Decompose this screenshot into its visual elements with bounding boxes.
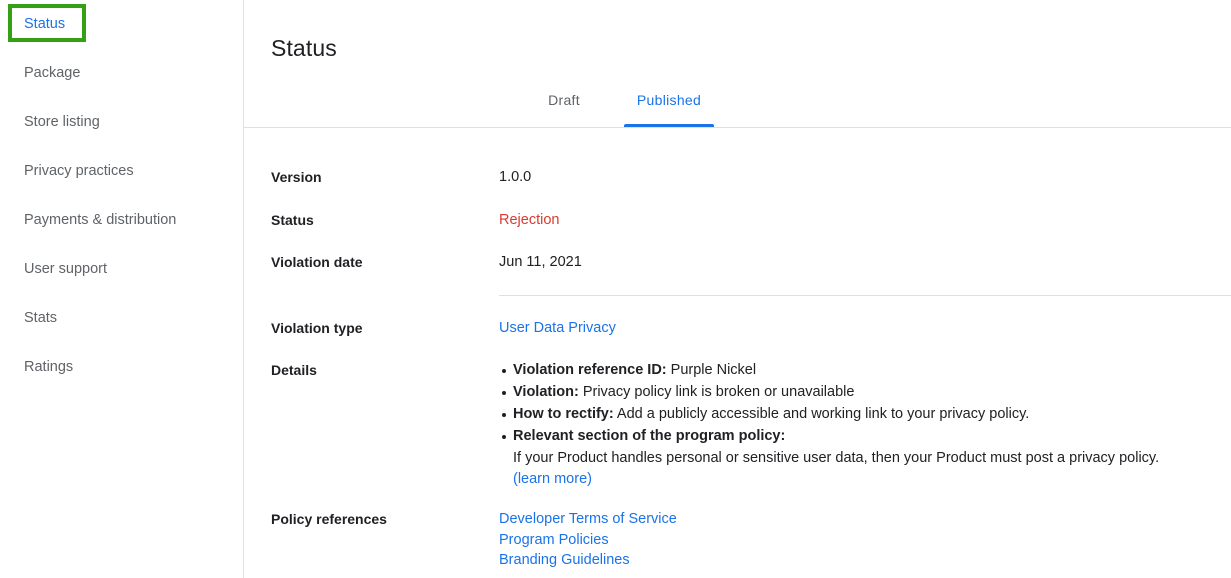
- policy-link-developer-terms-of-service[interactable]: Developer Terms of Service: [499, 509, 677, 530]
- field-label-details: Details: [271, 362, 317, 378]
- list-item: Relevant section of the program policy: …: [502, 426, 1231, 491]
- tab-draft[interactable]: Draft: [519, 91, 609, 109]
- field-label-violation-type: Violation type: [271, 320, 363, 336]
- field-label-violation-date: Violation date: [271, 254, 363, 270]
- details-body: Violation reference ID: Purple Nickel Vi…: [499, 360, 1231, 491]
- main-content: Status Draft Published Version 1.0.0 Sta…: [244, 0, 1231, 578]
- policy-excerpt-text: If your Product handles personal or sens…: [513, 449, 1160, 466]
- tab-published[interactable]: Published: [624, 91, 714, 109]
- page-title: Status: [271, 35, 337, 62]
- violation-type-link[interactable]: User Data Privacy: [499, 320, 616, 336]
- field-label-status: Status: [271, 212, 314, 228]
- list-item: How to rectify: Add a publicly accessibl…: [502, 404, 1231, 426]
- section-divider: [499, 295, 1231, 296]
- violation-details-list: Violation reference ID: Purple Nickel Vi…: [499, 360, 1231, 491]
- field-value-violation-date: Jun 11, 2021: [499, 254, 582, 270]
- app-root: Status Package Store listing Privacy pra…: [0, 0, 1231, 578]
- field-label-version: Version: [271, 169, 322, 185]
- sidebar-item-package[interactable]: Package: [24, 63, 80, 83]
- field-label-policy-references: Policy references: [271, 511, 387, 527]
- sidebar-nav: Status Package Store listing Privacy pra…: [0, 0, 244, 578]
- bullet-term: Relevant section of the program policy:: [513, 428, 786, 444]
- sidebar-item-status[interactable]: Status: [24, 14, 65, 34]
- bullet-text: Add a publicly accessible and working li…: [613, 406, 1030, 422]
- bullet-term: Violation reference ID:: [513, 362, 667, 378]
- field-value-version: 1.0.0: [499, 169, 532, 185]
- list-item: Violation: Privacy policy link is broken…: [502, 382, 1231, 404]
- bullet-term: How to rectify:: [513, 406, 614, 422]
- list-item: Violation reference ID: Purple Nickel: [502, 360, 1231, 382]
- sidebar-item-user-support[interactable]: User support: [24, 259, 107, 279]
- sidebar-item-stats[interactable]: Stats: [24, 308, 57, 328]
- sidebar-item-ratings[interactable]: Ratings: [24, 357, 73, 377]
- field-value-violation-type: User Data Privacy: [499, 318, 616, 338]
- tab-bar: Draft Published: [244, 86, 1231, 128]
- bullet-text: Purple Nickel: [666, 362, 757, 378]
- sidebar-item-store-listing[interactable]: Store listing: [24, 112, 100, 132]
- sidebar-item-privacy-practices[interactable]: Privacy practices: [24, 161, 134, 181]
- tab-bar-divider: [244, 127, 1231, 128]
- sidebar-item-payments-distribution[interactable]: Payments & distribution: [24, 210, 176, 230]
- policy-link-branding-guidelines[interactable]: Branding Guidelines: [499, 550, 677, 571]
- learn-more-link[interactable]: (learn more): [513, 469, 1231, 491]
- policy-references-links: Developer Terms of Service Program Polic…: [499, 509, 677, 571]
- bullet-text: Privacy policy link is broken or unavail…: [578, 384, 855, 400]
- bullet-term: Violation:: [513, 384, 579, 400]
- policy-link-program-policies[interactable]: Program Policies: [499, 530, 677, 551]
- status-badge: Rejection: [499, 212, 560, 228]
